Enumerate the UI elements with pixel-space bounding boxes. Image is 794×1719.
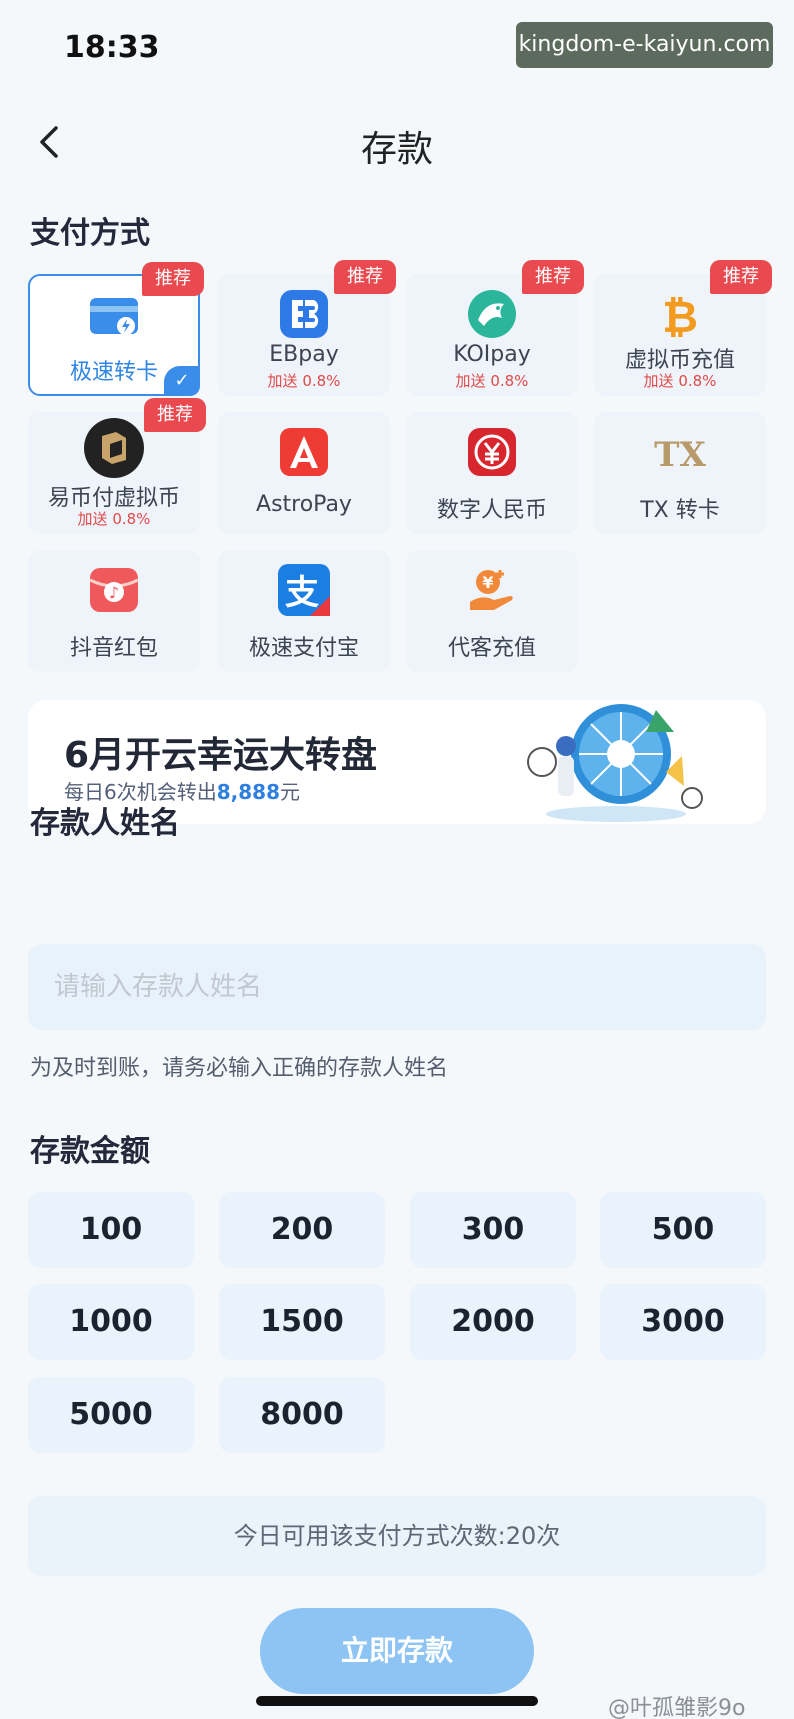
bonus-text: 加送 0.8% bbox=[267, 372, 341, 390]
amount-option[interactable]: 1500 bbox=[219, 1284, 385, 1360]
watermark-url: kingdom-e-kaiyun.com bbox=[516, 22, 773, 68]
payment-option-astropay[interactable]: AstroPay bbox=[218, 412, 390, 534]
bitcoin-icon: ₿ bbox=[662, 292, 698, 342]
amount-option[interactable]: 5000 bbox=[28, 1377, 194, 1453]
svg-text:TX: TX bbox=[654, 435, 706, 475]
daily-quota-info: 今日可用该支付方式次数:20次 bbox=[28, 1496, 766, 1576]
amount-option[interactable]: 200 bbox=[219, 1192, 385, 1268]
payment-method-title: 支付方式 bbox=[30, 216, 150, 251]
deposit-submit-button[interactable]: 立即存款 bbox=[260, 1608, 534, 1694]
koi-fish-icon bbox=[468, 290, 516, 338]
depositor-name-hint: 为及时到账，请务必输入正确的存款人姓名 bbox=[30, 1056, 449, 1081]
bonus-text: 加送 0.8% bbox=[77, 510, 151, 528]
amount-option[interactable]: 1000 bbox=[28, 1284, 194, 1360]
recommend-badge: 推荐 bbox=[144, 398, 206, 432]
depositor-name-title: 存款人姓名 bbox=[30, 806, 180, 841]
douyin-envelope-icon: ♪ bbox=[89, 568, 139, 612]
hand-coin-icon: ¥ bbox=[470, 570, 513, 610]
payment-option-label: KOIpay bbox=[453, 342, 531, 367]
payment-option-douyin[interactable]: ♪ 抖音红包 bbox=[28, 550, 200, 672]
payment-option-label: 代客充值 bbox=[447, 636, 536, 661]
depositor-name-input[interactable] bbox=[28, 944, 766, 1030]
payment-option-fast-card[interactable]: 极速转卡 推荐 ✓ bbox=[28, 262, 204, 396]
astropay-icon bbox=[280, 428, 328, 476]
deposit-amount-title: 存款金额 bbox=[30, 1134, 150, 1169]
alipay-icon: 支 bbox=[278, 564, 330, 616]
svg-text:¥: ¥ bbox=[482, 573, 493, 592]
payment-option-agent-topup[interactable]: ¥ 代客充值 bbox=[406, 550, 578, 672]
payment-option-label: EBpay bbox=[269, 342, 339, 367]
amount-option[interactable]: 8000 bbox=[219, 1377, 385, 1453]
svg-text:支: 支 bbox=[285, 573, 319, 613]
tx-icon: TX bbox=[654, 435, 706, 475]
payment-option-alipay[interactable]: 支 极速支付宝 bbox=[218, 550, 390, 672]
payment-option-label: 抖音红包 bbox=[69, 636, 158, 661]
payment-option-label: TX 转卡 bbox=[640, 498, 720, 523]
bonus-text: 加送 0.8% bbox=[455, 372, 529, 390]
recommend-badge: 推荐 bbox=[142, 262, 204, 296]
payment-option-label: 数字人民币 bbox=[436, 498, 547, 523]
payment-option-label: AstroPay bbox=[256, 492, 352, 517]
yibifu-icon bbox=[84, 418, 144, 478]
ebpay-icon bbox=[280, 290, 328, 338]
banner-title: 6月开云幸运大转盘 bbox=[64, 735, 378, 776]
home-indicator bbox=[256, 1696, 538, 1706]
payment-option-crypto[interactable]: ₿ 虚拟币充值 加送 0.8% 推荐 bbox=[594, 260, 772, 396]
source-watermark: @叶孤雏影9o bbox=[608, 1696, 746, 1719]
amount-option[interactable]: 300 bbox=[410, 1192, 576, 1268]
amount-option[interactable]: 500 bbox=[600, 1192, 766, 1268]
payment-option-label: 极速支付宝 bbox=[248, 636, 359, 661]
card-icon bbox=[90, 298, 138, 335]
amount-option[interactable]: 3000 bbox=[600, 1284, 766, 1360]
digital-rmb-icon bbox=[468, 428, 516, 476]
lucky-wheel-illustration bbox=[527, 704, 703, 822]
status-time: 18:33 bbox=[64, 30, 160, 65]
svg-text:₿: ₿ bbox=[662, 292, 698, 342]
payment-option-digital-rmb[interactable]: 数字人民币 bbox=[406, 412, 578, 534]
nav-bar: 存款 bbox=[0, 100, 794, 180]
payment-option-ebpay[interactable]: EBpay 加送 0.8% 推荐 bbox=[218, 260, 396, 396]
amount-option[interactable]: 2000 bbox=[410, 1284, 576, 1360]
svg-text:♪: ♪ bbox=[109, 583, 119, 602]
recommend-badge: 推荐 bbox=[522, 260, 584, 294]
check-icon: ✓ bbox=[164, 366, 200, 396]
bonus-text: 加送 0.8% bbox=[643, 372, 717, 390]
recommend-badge: 推荐 bbox=[334, 260, 396, 294]
banner-amount: 8,888 bbox=[216, 780, 280, 804]
recommend-badge: 推荐 bbox=[710, 260, 772, 294]
payment-option-yibifu[interactable]: 易币付虚拟币 加送 0.8% 推荐 bbox=[28, 398, 206, 534]
payment-option-tx-card[interactable]: TX TX 转卡 bbox=[594, 412, 766, 534]
payment-option-koipay[interactable]: KOIpay 加送 0.8% 推荐 bbox=[406, 260, 584, 396]
page-title: 存款 bbox=[360, 129, 433, 170]
amount-option[interactable]: 100 bbox=[28, 1192, 194, 1268]
